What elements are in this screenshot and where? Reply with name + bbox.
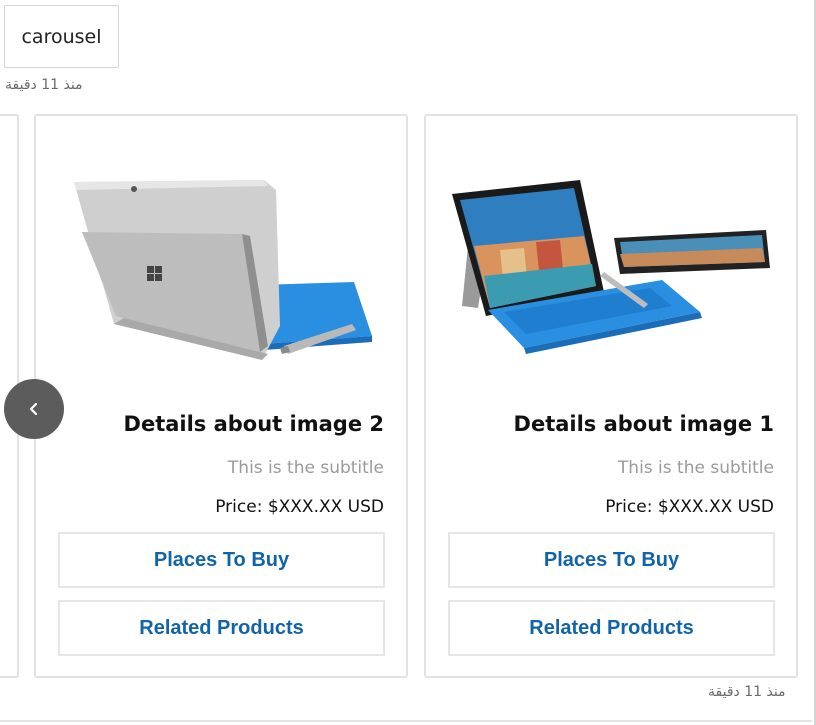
card-title: Details about image 1 [513,412,774,436]
places-to-buy-button[interactable]: Places To Buy [58,532,385,588]
carousel-chip[interactable]: carousel [4,5,119,68]
places-to-buy-button[interactable]: Places To Buy [448,532,775,588]
chevron-left-icon [29,402,38,416]
divider [0,720,812,722]
card-price: Price: $XXX.XX USD [215,497,384,517]
chip-label: carousel [21,25,102,48]
card-title: Details about image 2 [123,412,384,436]
card-subtitle: This is the subtitle [617,458,774,478]
card-price: Price: $XXX.XX USD [605,497,774,517]
product-image-2 [54,156,390,376]
card-subtitle: This is the subtitle [227,458,384,478]
product-image-1 [444,156,780,376]
carousel-prev-button[interactable] [4,379,64,439]
carousel-card-1: Details about image 1 This is the subtit… [424,114,798,678]
timestamp-bottom: منذ 11 دقيقة [708,684,786,700]
related-products-button[interactable]: Related Products [448,600,775,656]
related-products-button[interactable]: Related Products [58,600,385,656]
timestamp-top: منذ 11 دقيقة [5,77,83,93]
carousel-card-2: Details about image 2 This is the subtit… [34,114,408,678]
